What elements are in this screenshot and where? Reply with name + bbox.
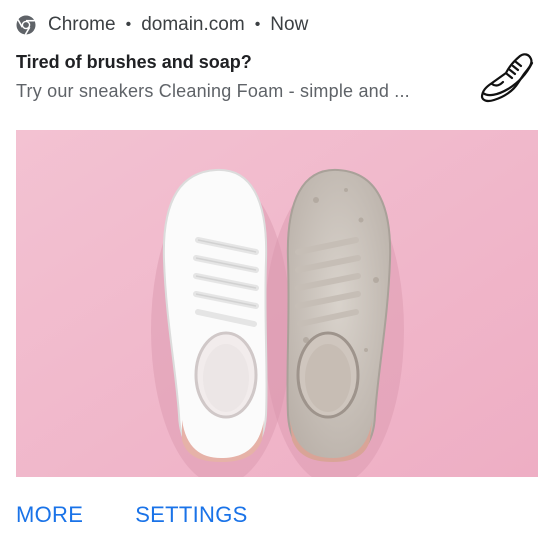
sneakers-photo — [16, 130, 538, 477]
dirty-sneaker — [286, 168, 392, 462]
notification-time: Now — [270, 14, 309, 35]
notification-header: Chrome • domain.com • Now — [16, 12, 308, 38]
source-domain: domain.com — [141, 14, 245, 35]
sneaker-icon — [480, 53, 534, 103]
notification-title: Tired of brushes and soap? — [16, 52, 252, 72]
more-button[interactable]: MORE — [16, 502, 83, 528]
push-notification[interactable]: Chrome • domain.com • Now Tired of brush… — [0, 0, 553, 546]
chrome-icon — [16, 15, 36, 35]
header-separator: • — [125, 16, 132, 33]
sneakers-illustration — [16, 130, 538, 477]
settings-button[interactable]: SETTINGS — [135, 502, 247, 528]
notification-actions: MORE SETTINGS — [16, 502, 248, 528]
app-name: Chrome — [48, 14, 116, 35]
notification-body: Try our sneakers Cleaning Foam - simple … — [16, 81, 410, 101]
header-separator: • — [254, 16, 261, 33]
clean-sneaker — [162, 168, 268, 462]
